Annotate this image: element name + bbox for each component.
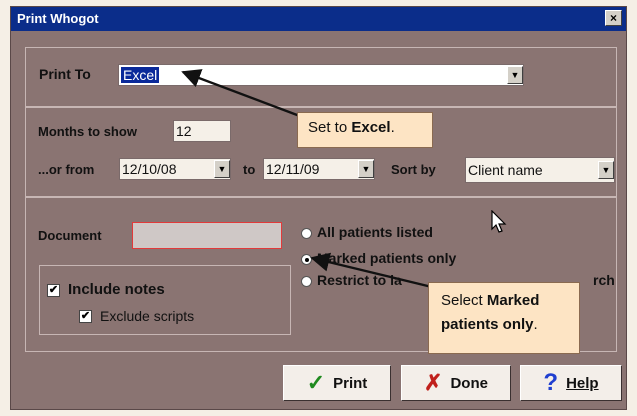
help-button[interactable]: ? Help [520, 365, 622, 401]
title-bar: Print Whogot × [11, 7, 626, 31]
close-button[interactable]: × [605, 10, 622, 26]
callout-set-excel: Set to Excel. [297, 112, 433, 148]
done-button-label: Done [450, 374, 488, 392]
print-to-value: Excel [121, 67, 160, 83]
callout-select-marked: Select Marked patients only. [428, 282, 580, 354]
radio-all-patients[interactable] [301, 228, 312, 239]
cross-icon: ✗ [424, 370, 443, 395]
done-button[interactable]: ✗ Done [401, 365, 511, 401]
radio-all-patients-label[interactable]: All patients listed [317, 224, 433, 240]
from-date-dropdown-icon[interactable]: ▼ [214, 160, 230, 178]
callout-excel-bold: Excel [351, 119, 391, 136]
to-date-dropdown-icon[interactable]: ▼ [358, 160, 374, 178]
print-to-label: Print To [39, 66, 91, 82]
radio-restrict-label-trailing: rch [593, 272, 615, 288]
print-to-dropdown-icon[interactable]: ▼ [507, 66, 523, 84]
mouse-pointer-icon [491, 209, 509, 241]
months-input[interactable]: 12 [173, 120, 231, 142]
sort-by-label: Sort by [391, 162, 436, 177]
months-label: Months to show [38, 124, 137, 139]
help-button-label: Help [566, 374, 599, 392]
sort-by-dropdown-icon[interactable]: ▼ [598, 161, 614, 179]
to-label: to [243, 162, 256, 177]
radio-restrict[interactable] [301, 276, 312, 287]
window-title: Print Whogot [17, 11, 99, 26]
callout-marked-bold1: Marked [486, 292, 540, 309]
exclude-scripts-label[interactable]: Exclude scripts [100, 308, 194, 324]
callout-excel-pre: Set to [308, 119, 352, 136]
exclude-scripts-checkbox[interactable]: ✔ [79, 310, 92, 323]
document-input[interactable] [132, 222, 282, 249]
print-to-select[interactable]: Excel [118, 64, 524, 86]
print-button-label: Print [333, 374, 368, 392]
callout-marked-pre: Select [441, 292, 487, 309]
callout-excel-post: . [390, 119, 395, 136]
radio-restrict-label[interactable]: Restrict to la [317, 272, 402, 288]
check-icon: ✓ [306, 370, 326, 395]
include-notes-checkbox[interactable]: ✔ [47, 284, 60, 297]
question-icon: ? [543, 369, 559, 396]
include-notes-label[interactable]: Include notes [68, 281, 165, 298]
callout-marked-bold2: patients only [441, 316, 534, 333]
print-to-panel: Print To Excel ▼ [25, 47, 617, 107]
radio-marked-patients[interactable] [301, 254, 312, 265]
callout-marked-post: . [533, 316, 538, 333]
print-button[interactable]: ✓ Print [283, 365, 391, 401]
radio-marked-patients-label[interactable]: Marked patients only [317, 250, 456, 266]
notes-options-group: ✔ Include notes ✔ Exclude scripts [39, 265, 291, 335]
from-label: ...or from [38, 162, 95, 177]
sort-by-select[interactable]: Client name [465, 157, 615, 183]
document-label: Document [38, 228, 102, 243]
